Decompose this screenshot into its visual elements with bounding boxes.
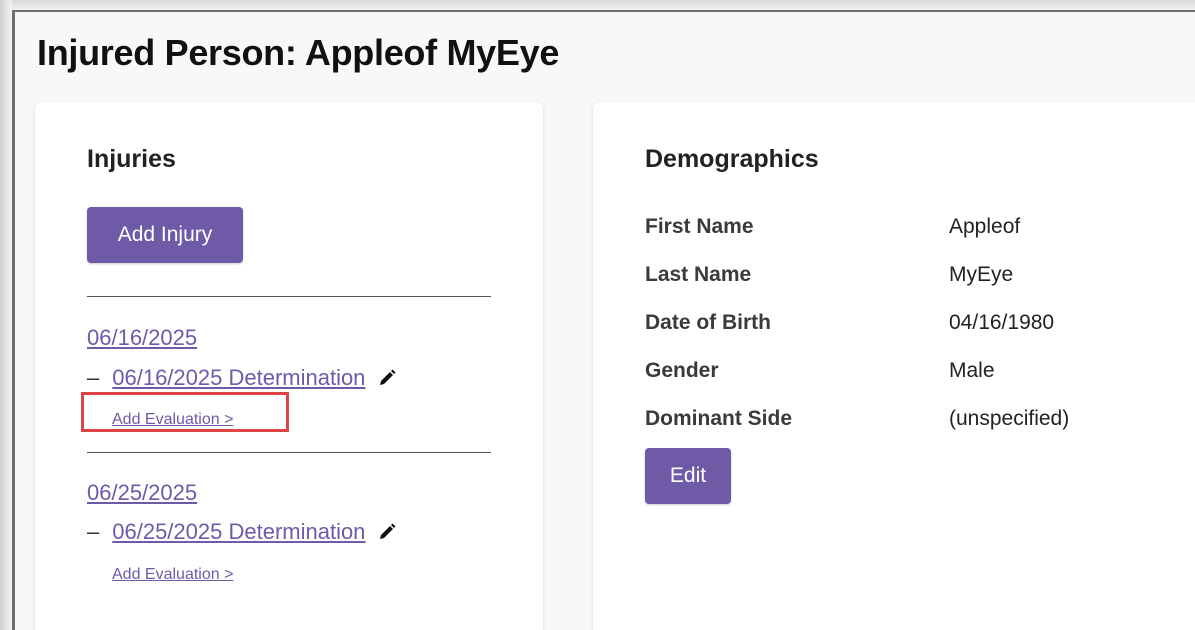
- injury-date-link[interactable]: 06/25/2025: [87, 480, 197, 506]
- date-of-birth-value: 04/16/1980: [949, 311, 1055, 334]
- edit-button[interactable]: Edit: [645, 448, 731, 504]
- injuries-divider-2: [87, 452, 491, 453]
- page-content: Injured Person: Appleof MyEye Injuries A…: [15, 12, 1195, 630]
- injuries-heading: Injuries: [87, 145, 176, 173]
- determination-row: – 06/25/2025 Determination: [87, 519, 397, 545]
- pencil-icon[interactable]: [377, 368, 397, 388]
- screenshot-frame: Injured Person: Appleof MyEye Injuries A…: [0, 0, 1195, 630]
- gender-label: Gender: [645, 359, 719, 382]
- dominant-side-value: (unspecified): [949, 407, 1070, 430]
- add-evaluation-link[interactable]: Add Evaluation >: [112, 566, 233, 584]
- last-name-label: Last Name: [645, 263, 752, 286]
- injuries-divider-1: [87, 296, 491, 297]
- window-edge-left: [0, 0, 12, 630]
- injuries-card: Injuries Add Injury 06/16/2025 – 06/16/2…: [35, 102, 543, 630]
- window-edge-top: [0, 0, 1195, 10]
- determination-link[interactable]: 06/25/2025 Determination: [112, 519, 365, 545]
- date-of-birth-label: Date of Birth: [645, 311, 771, 334]
- gender-value: Male: [949, 359, 995, 382]
- determination-dash: –: [87, 365, 100, 390]
- determination-link[interactable]: 06/16/2025 Determination: [112, 365, 365, 391]
- demographics-card: Demographics First Name Appleof Last Nam…: [593, 102, 1195, 630]
- add-injury-button[interactable]: Add Injury: [87, 207, 243, 263]
- pencil-icon[interactable]: [377, 522, 397, 542]
- injury-date-link[interactable]: 06/16/2025: [87, 325, 197, 351]
- last-name-value: MyEye: [949, 263, 1014, 286]
- page-title: Injured Person: Appleof MyEye: [37, 32, 560, 73]
- demographics-heading: Demographics: [645, 145, 819, 173]
- determination-dash: –: [87, 519, 100, 544]
- first-name-value: Appleof: [949, 215, 1021, 238]
- dominant-side-label: Dominant Side: [645, 407, 793, 430]
- first-name-label: First Name: [645, 215, 754, 238]
- highlight-box: [81, 392, 289, 432]
- determination-row: – 06/16/2025 Determination: [87, 365, 397, 391]
